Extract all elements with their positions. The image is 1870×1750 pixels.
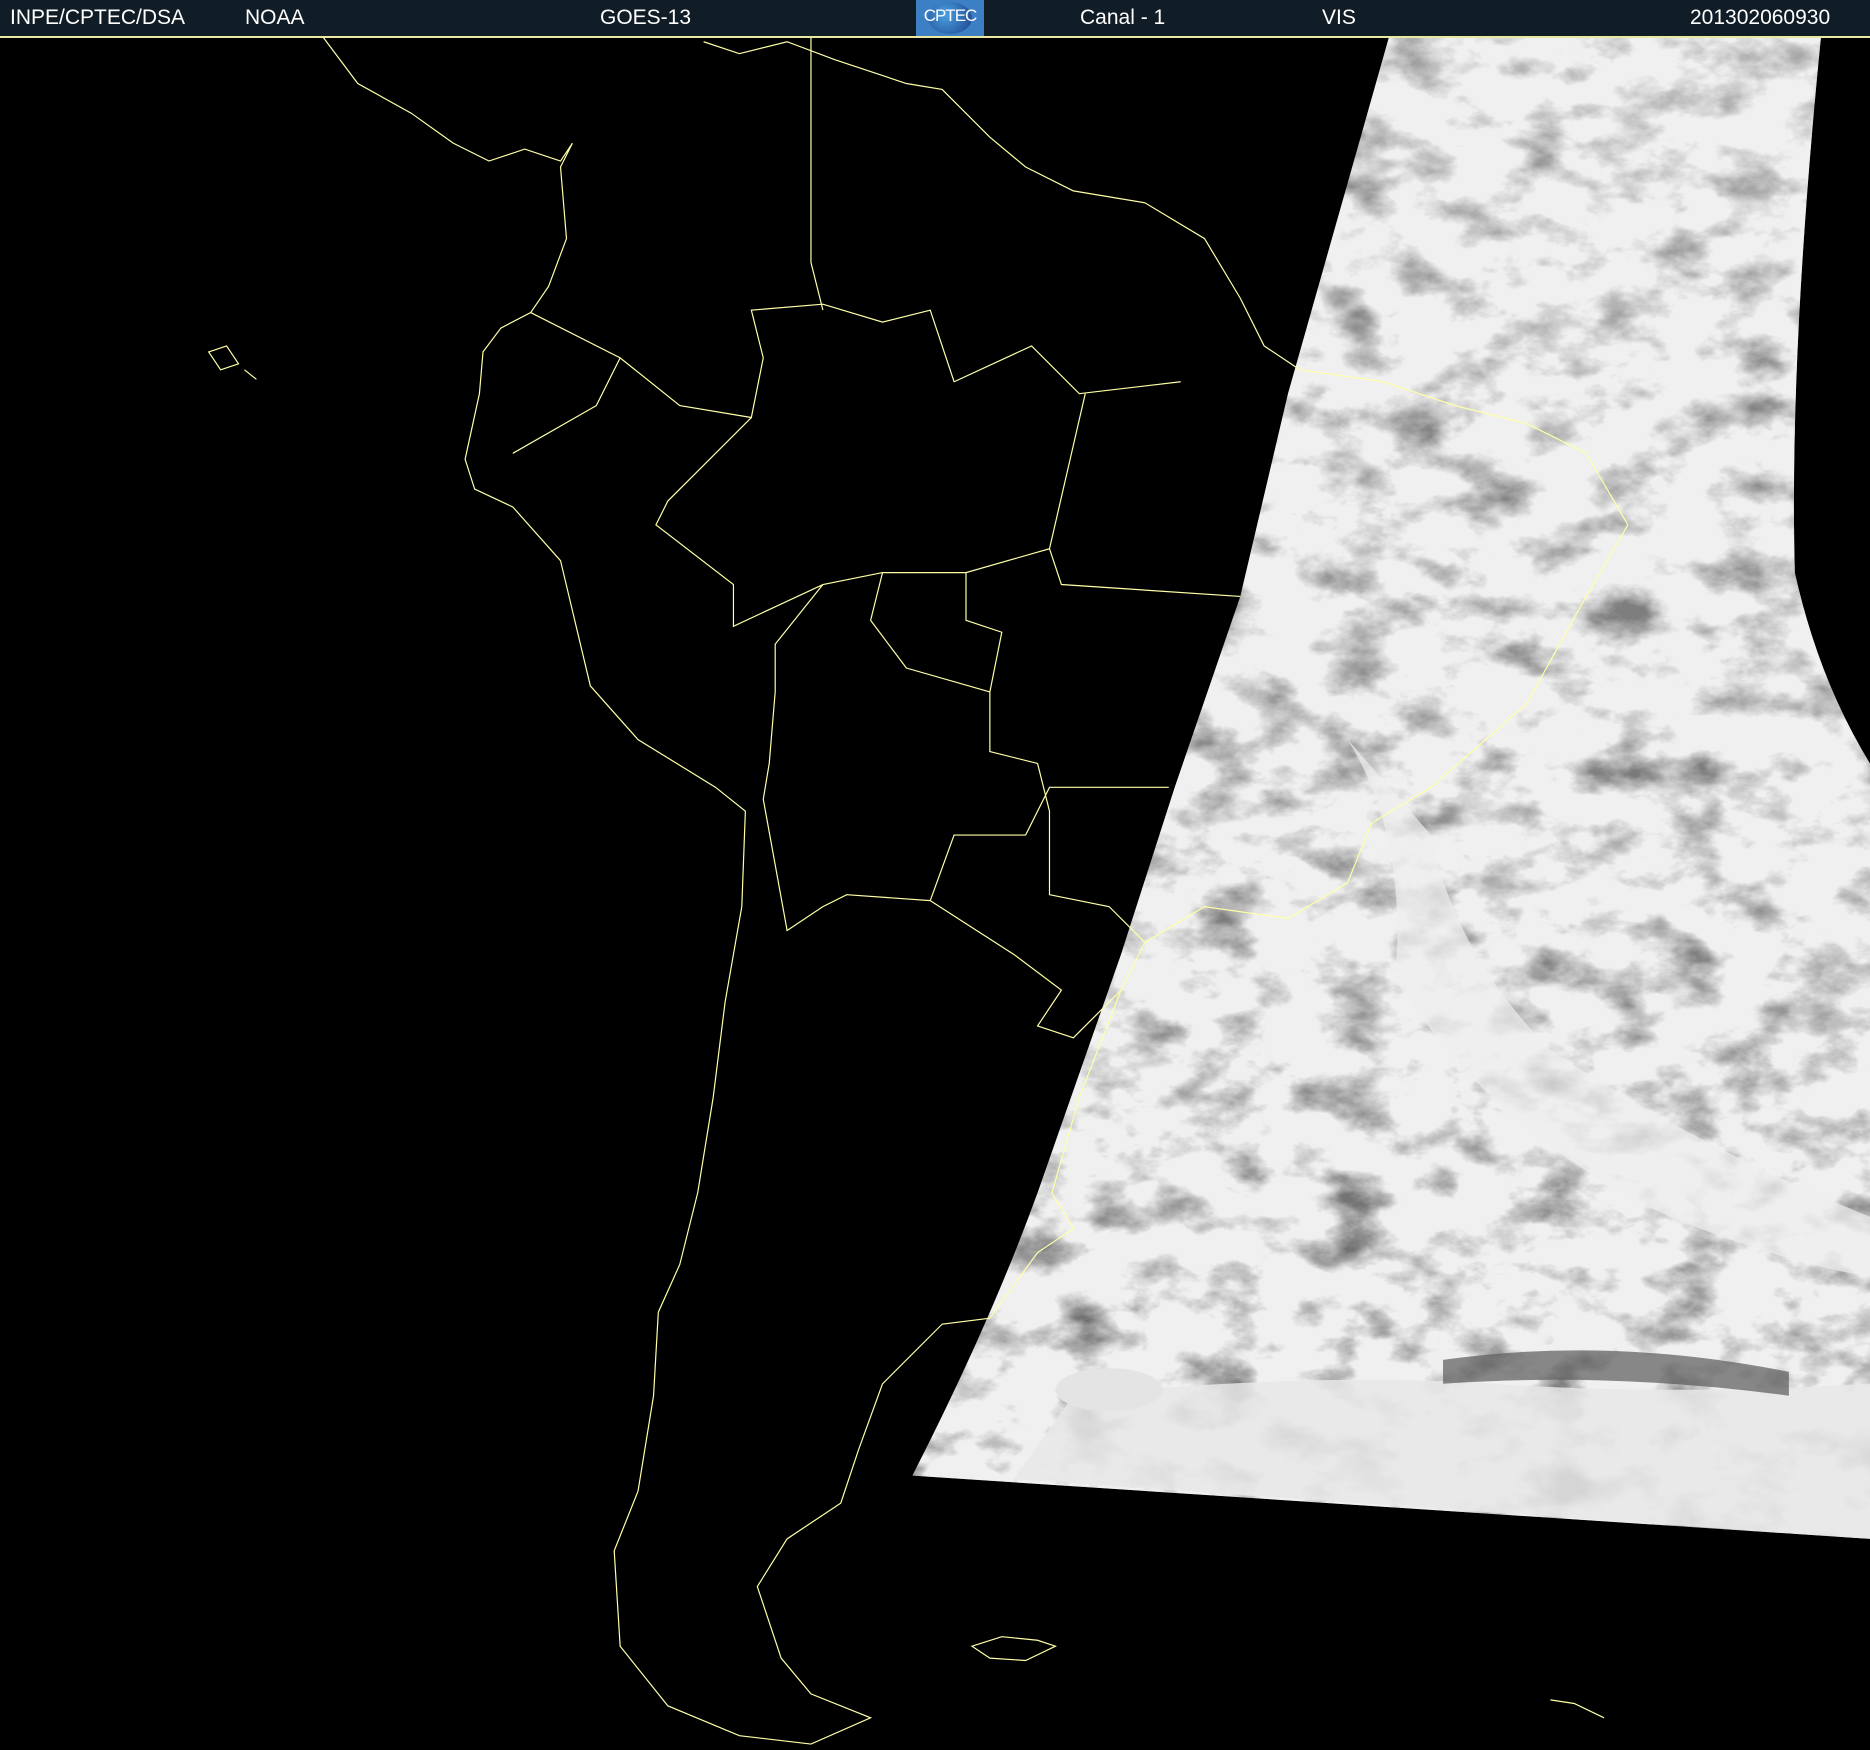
galapagos-islands	[207, 345, 257, 380]
agency-label: NOAA	[245, 6, 305, 29]
image-header-bar: INPE/CPTEC/DSA NOAA GOES-13 CPTEC Canal …	[0, 0, 1870, 38]
satellite-label: GOES-13	[600, 6, 692, 29]
channel-label: Canal - 1	[1080, 6, 1166, 29]
institution-label: INPE/CPTEC/DSA	[10, 6, 186, 29]
satellite-swath	[912, 35, 1870, 1539]
south-georgia	[1550, 1699, 1605, 1719]
falkland-islands	[970, 1636, 1058, 1662]
cptec-logo: CPTEC	[916, 0, 984, 36]
datetime-label: 201302060930	[1690, 6, 1831, 29]
country-borders	[512, 35, 1241, 1039]
satellite-map	[207, 35, 1870, 1745]
band-label: VIS	[1322, 6, 1356, 29]
logo-text: CPTEC	[923, 6, 978, 25]
